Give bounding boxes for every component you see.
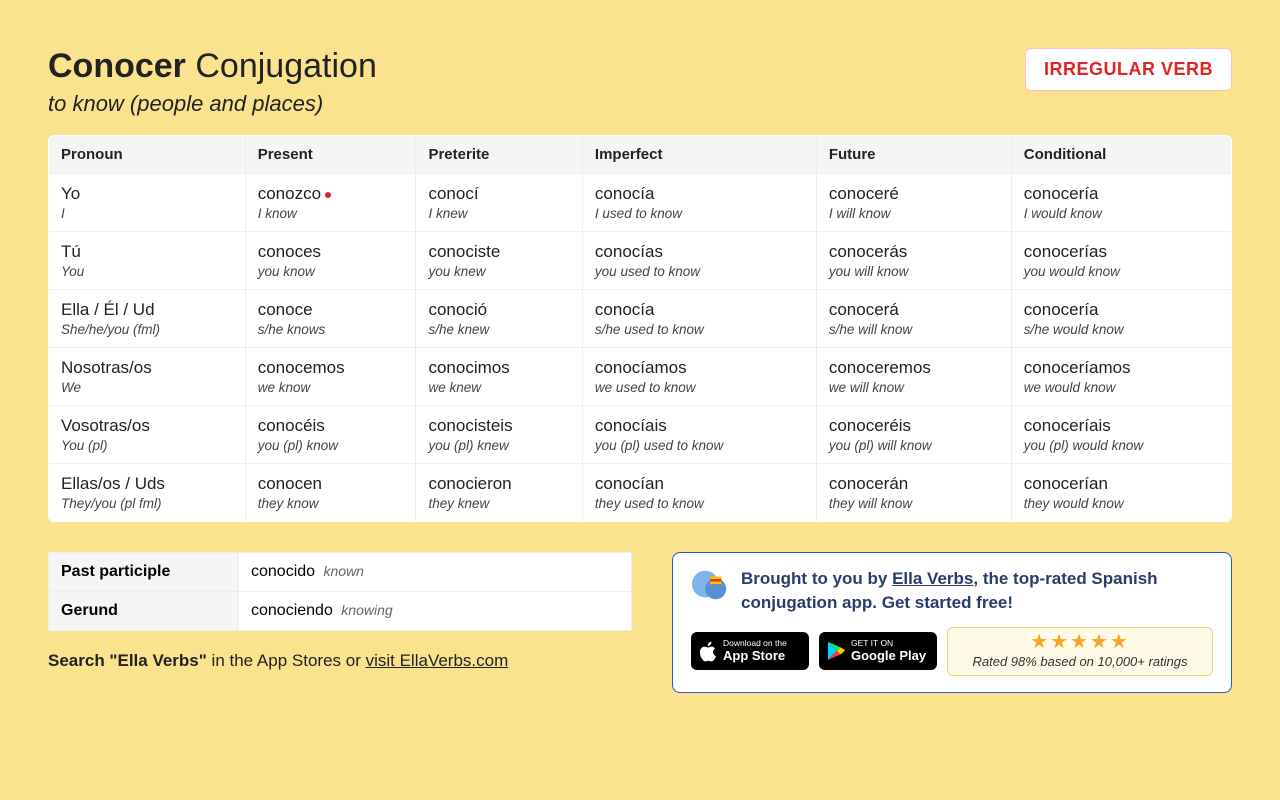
rating-box: ★★★★★ Rated 98% based on 10,000+ ratings xyxy=(947,627,1213,676)
preterite-cell: conocisteyou knew xyxy=(416,232,582,290)
conditional-cell: conoceríasyou would know xyxy=(1011,232,1231,290)
conditional-cell: conoceríaI would know xyxy=(1011,174,1231,232)
bottom-row: Past participle conocido known Gerund co… xyxy=(48,552,1232,693)
promo-top: Brought to you by Ella Verbs, the top-ra… xyxy=(691,567,1213,615)
irregular-dot-icon xyxy=(325,192,331,198)
ellaverbs-link[interactable]: visit EllaVerbs.com xyxy=(366,651,509,670)
conditional-cell: conocerías/he would know xyxy=(1011,290,1231,348)
pronoun-cell: Ella / Él / UdShe/he/you (fml) xyxy=(49,290,246,348)
preterite-cell: conocieronthey knew xyxy=(416,464,582,522)
title-suffix: Conjugation xyxy=(195,47,376,85)
left-column: Past participle conocido known Gerund co… xyxy=(48,552,632,671)
present-cell: conocemoswe know xyxy=(245,348,416,406)
future-cell: conoceránthey will know xyxy=(816,464,1011,522)
promo-app-icon xyxy=(691,567,729,605)
ella-verbs-promo-link[interactable]: Ella Verbs xyxy=(892,569,973,588)
google-play-icon xyxy=(827,641,845,661)
present-cell: conocenthey know xyxy=(245,464,416,522)
table-row: Vosotras/osYou (pl)conocéisyou (pl) know… xyxy=(49,406,1232,464)
imperfect-cell: conocías/he used to know xyxy=(582,290,816,348)
table-row: Ella / Él / UdShe/he/you (fml)conoces/he… xyxy=(49,290,1232,348)
pronoun-cell: YoI xyxy=(49,174,246,232)
future-cell: conocerásyou will know xyxy=(816,232,1011,290)
participles-table: Past participle conocido known Gerund co… xyxy=(48,552,632,631)
present-cell: conozcoI know xyxy=(245,174,416,232)
gerund-value: conociendo knowing xyxy=(239,592,632,631)
table-row: YoIconozcoI knowconocíI knewconocíaI use… xyxy=(49,174,1232,232)
present-cell: conoces/he knows xyxy=(245,290,416,348)
page-title: Conocer Conjugation xyxy=(48,48,377,85)
title-block: Conocer Conjugation to know (people and … xyxy=(48,48,377,117)
imperfect-cell: conocíanthey used to know xyxy=(582,464,816,522)
future-cell: conoceréisyou (pl) will know xyxy=(816,406,1011,464)
column-header: Pronoun xyxy=(49,136,246,174)
imperfect-cell: conocíamoswe used to know xyxy=(582,348,816,406)
conditional-cell: conoceríamoswe would know xyxy=(1011,348,1231,406)
preterite-cell: conocimoswe knew xyxy=(416,348,582,406)
table-row: Ellas/os / UdsThey/you (pl fml)conocenth… xyxy=(49,464,1232,522)
conditional-cell: conoceríaisyou (pl) would know xyxy=(1011,406,1231,464)
present-cell: conocéisyou (pl) know xyxy=(245,406,416,464)
past-participle-label: Past participle xyxy=(49,553,239,592)
page-header: Conocer Conjugation to know (people and … xyxy=(48,48,1232,117)
future-cell: conocerás/he will know xyxy=(816,290,1011,348)
conjugation-table: PronounPresentPreteriteImperfectFutureCo… xyxy=(48,135,1232,522)
promo-bottom: Download on the App Store GET IT ON Goog… xyxy=(691,627,1213,676)
star-icons: ★★★★★ xyxy=(958,632,1202,652)
future-cell: conoceremoswe will know xyxy=(816,348,1011,406)
future-cell: conoceréI will know xyxy=(816,174,1011,232)
column-header: Imperfect xyxy=(582,136,816,174)
column-header: Preterite xyxy=(416,136,582,174)
pronoun-cell: Nosotras/osWe xyxy=(49,348,246,406)
imperfect-cell: conocíaI used to know xyxy=(582,174,816,232)
conditional-cell: conoceríanthey would know xyxy=(1011,464,1231,522)
title-verb: Conocer xyxy=(48,47,186,85)
irregular-badge: IRREGULAR VERB xyxy=(1025,48,1232,91)
app-store-button[interactable]: Download on the App Store xyxy=(691,632,809,670)
promo-text: Brought to you by Ella Verbs, the top-ra… xyxy=(741,567,1213,615)
search-line: Search "Ella Verbs" in the App Stores or… xyxy=(48,651,632,671)
preterite-cell: conocíI knew xyxy=(416,174,582,232)
table-row: Nosotras/osWeconocemoswe knowconocimoswe… xyxy=(49,348,1232,406)
pronoun-cell: Vosotras/osYou (pl) xyxy=(49,406,246,464)
past-participle-value: conocido known xyxy=(239,553,632,592)
page-subtitle: to know (people and places) xyxy=(48,91,377,117)
column-header: Future xyxy=(816,136,1011,174)
past-participle-row: Past participle conocido known xyxy=(49,553,632,592)
google-play-button[interactable]: GET IT ON Google Play xyxy=(819,632,937,670)
imperfect-cell: conocíaisyou (pl) used to know xyxy=(582,406,816,464)
preterite-cell: conociós/he knew xyxy=(416,290,582,348)
promo-box: Brought to you by Ella Verbs, the top-ra… xyxy=(672,552,1232,693)
column-header: Conditional xyxy=(1011,136,1231,174)
gerund-label: Gerund xyxy=(49,592,239,631)
gerund-row: Gerund conociendo knowing xyxy=(49,592,632,631)
column-header: Present xyxy=(245,136,416,174)
apple-icon xyxy=(699,641,717,661)
table-header-row: PronounPresentPreteriteImperfectFutureCo… xyxy=(49,136,1232,174)
preterite-cell: conocisteisyou (pl) knew xyxy=(416,406,582,464)
table-row: TúYouconocesyou knowconocisteyou knewcon… xyxy=(49,232,1232,290)
present-cell: conocesyou know xyxy=(245,232,416,290)
imperfect-cell: conocíasyou used to know xyxy=(582,232,816,290)
pronoun-cell: Ellas/os / UdsThey/you (pl fml) xyxy=(49,464,246,522)
pronoun-cell: TúYou xyxy=(49,232,246,290)
rating-text: Rated 98% based on 10,000+ ratings xyxy=(958,654,1202,669)
